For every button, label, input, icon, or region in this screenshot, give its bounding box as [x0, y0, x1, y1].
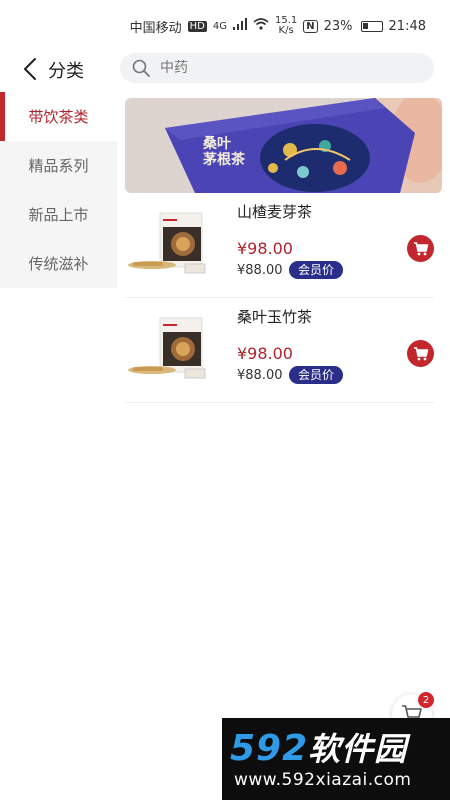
sidebar-item-brewing-tea[interactable]: 带饮茶类	[0, 92, 117, 141]
promo-banner[interactable]: 桑叶 茅根茶	[125, 98, 442, 193]
watermark-logo: 592软件园	[230, 724, 407, 770]
nfc-icon: N	[303, 19, 318, 33]
clock: 21:48	[388, 18, 426, 34]
add-to-cart-button[interactable]	[407, 235, 434, 262]
add-to-cart-button[interactable]	[407, 340, 434, 367]
product-item[interactable]: 山楂麦芽茶 ¥98.00 ¥88.00 会员价	[125, 193, 434, 298]
product-content: 桑叶 茅根茶 山楂麦芽茶 ¥98.00 ¥88.00 会员价 桑叶玉竹茶 ¥98…	[125, 98, 443, 403]
search-input[interactable]	[160, 60, 380, 76]
network-indicator: 4G	[212, 20, 227, 32]
sidebar-item-premium-series[interactable]: 精品系列	[0, 141, 117, 190]
banner-image	[125, 98, 442, 193]
product-item[interactable]: 桑叶玉竹茶 ¥98.00 ¥88.00 会员价	[125, 298, 434, 403]
search-bar[interactable]	[120, 53, 434, 83]
status-bar: 中国移动 HD 4G 15.1 K/s N 23% 21:48	[0, 0, 450, 52]
banner-text-line2: 茅根茶	[203, 152, 245, 168]
cart-icon	[413, 347, 428, 361]
product-name: 桑叶玉竹茶	[237, 308, 313, 326]
watermark-number: 592	[230, 728, 309, 769]
member-price-badge: 会员价	[289, 366, 344, 384]
speed-unit: K/s	[278, 25, 294, 36]
member-price: ¥88.00	[237, 368, 283, 383]
watermark-brand: 软件园	[308, 730, 408, 768]
carrier-label: 中国移动	[129, 20, 182, 36]
signal-icon	[232, 18, 247, 34]
member-price: ¥88.00	[237, 263, 283, 278]
speed-indicator: 15.1 K/s	[275, 16, 297, 36]
battery-icon	[360, 20, 383, 32]
site-watermark: 592软件园 www.592xiazai.com	[222, 718, 450, 800]
sidebar-item-new-arrivals[interactable]: 新品上市	[0, 190, 117, 239]
page-title: 分类	[48, 61, 84, 82]
cart-icon	[413, 242, 428, 256]
product-name: 山楂麦芽茶	[237, 203, 313, 221]
product-price: ¥98.00	[237, 344, 293, 363]
hd-indicator: HD	[187, 20, 207, 32]
banner-text-line1: 桑叶	[203, 136, 231, 152]
product-price: ¥98.00	[237, 239, 293, 258]
member-price-badge: 会员价	[289, 261, 344, 279]
header: 分类	[0, 52, 450, 88]
product-image	[128, 317, 206, 379]
product-image	[128, 212, 206, 274]
chevron-left-icon	[24, 58, 36, 80]
category-sidebar: 带饮茶类 精品系列 新品上市 传统滋补	[0, 92, 117, 288]
sidebar-item-traditional-tonics[interactable]: 传统滋补	[0, 239, 117, 288]
back-button[interactable]	[20, 56, 42, 82]
cart-count-badge: 2	[418, 692, 434, 708]
search-icon	[132, 59, 150, 77]
watermark-url: www.592xiazai.com	[234, 770, 412, 790]
wifi-icon	[253, 18, 269, 34]
battery-percent: 23%	[323, 18, 353, 34]
banner-product-text: 桑叶 茅根茶	[203, 136, 245, 168]
